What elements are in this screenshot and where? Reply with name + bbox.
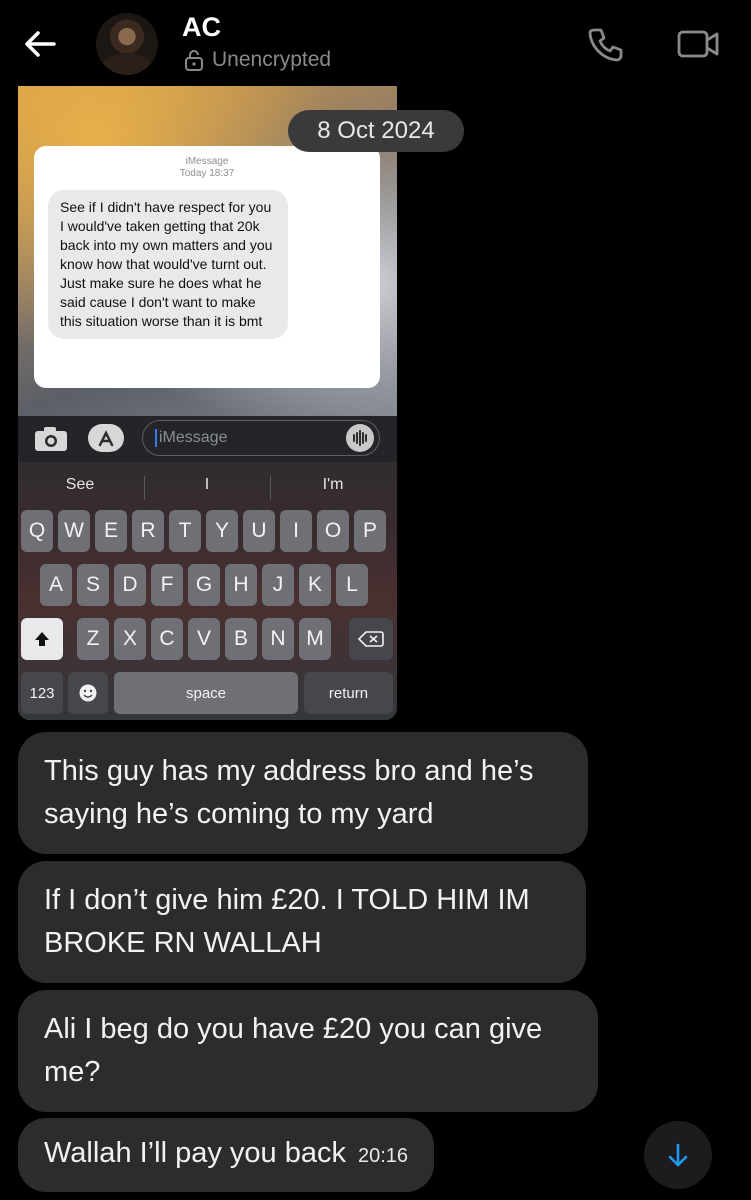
message-text: If I don’t give him £20. I TOLD HIM IM B… xyxy=(44,884,530,959)
message-text: This guy has my address bro and he’s say… xyxy=(44,755,534,830)
suggestion: I xyxy=(204,476,210,493)
video-camera-icon[interactable] xyxy=(676,26,720,62)
message-text: Wallah I’ll pay you back xyxy=(44,1137,346,1169)
phone-icon[interactable] xyxy=(585,24,625,64)
camera-icon xyxy=(35,427,67,451)
message-bubble[interactable]: Ali I beg do you have £20 you can give m… xyxy=(18,990,598,1112)
key: K xyxy=(299,564,331,606)
avatar[interactable] xyxy=(96,13,158,75)
suggestion: I'm xyxy=(322,476,344,493)
numbers-key: 123 xyxy=(21,672,63,714)
key: H xyxy=(225,564,257,606)
ios-keyboard: iMessage See I I'm Q W E R T Y U I O P A… xyxy=(18,416,397,720)
arrow-down-icon xyxy=(668,1143,688,1167)
message-bubble[interactable]: If I don’t give him £20. I TOLD HIM IM B… xyxy=(18,861,586,983)
emoji-icon xyxy=(68,672,108,714)
imessage-card: iMessage Today 18:37 See if I didn't hav… xyxy=(34,146,380,388)
key: B xyxy=(225,618,257,660)
encryption-label: Unencrypted xyxy=(212,48,332,71)
key: E xyxy=(95,510,127,552)
key: C xyxy=(151,618,183,660)
voice-waveform-icon xyxy=(346,424,374,452)
imessage-input-placeholder: iMessage xyxy=(159,429,228,447)
key: T xyxy=(169,510,201,552)
date-separator: 8 Oct 2024 xyxy=(288,110,464,152)
return-key: return xyxy=(304,672,393,714)
scroll-to-bottom-button[interactable] xyxy=(644,1121,712,1189)
key: G xyxy=(188,564,220,606)
key: A xyxy=(40,564,72,606)
message-text: Ali I beg do you have £20 you can give m… xyxy=(44,1013,543,1088)
key: F xyxy=(151,564,183,606)
key: O xyxy=(317,510,349,552)
key: S xyxy=(77,564,109,606)
message-input-row: iMessage xyxy=(18,416,397,462)
key: U xyxy=(243,510,275,552)
message-bubble[interactable]: Wallah I’ll pay you back 20:16 xyxy=(18,1118,435,1192)
key: L xyxy=(336,564,368,606)
imessage-timestamp: Today 18:37 xyxy=(179,168,235,179)
contact-name[interactable]: AC xyxy=(182,12,221,43)
back-arrow-icon[interactable] xyxy=(20,24,60,64)
lock-open-icon xyxy=(185,50,203,71)
imessage-input: iMessage xyxy=(142,420,380,456)
chat-header: AC Unencrypted xyxy=(0,0,751,90)
key: J xyxy=(262,564,294,606)
key: X xyxy=(114,618,146,660)
encryption-status: Unencrypted xyxy=(184,48,331,72)
key: N xyxy=(262,618,294,660)
imessage-bubble: See if I didn't have respect for you I w… xyxy=(48,190,288,339)
attached-screenshot-image[interactable]: iMessage Today 18:37 See if I didn't hav… xyxy=(18,86,397,720)
key: Y xyxy=(206,510,238,552)
key: M xyxy=(299,618,331,660)
shift-key-icon xyxy=(21,618,63,660)
predictive-text-bar: See I I'm xyxy=(18,470,397,506)
delete-key-icon xyxy=(349,618,393,660)
space-key: space xyxy=(114,672,298,714)
suggestion: See xyxy=(65,476,95,493)
message-bubble[interactable]: This guy has my address bro and he’s say… xyxy=(18,732,588,854)
key: V xyxy=(188,618,220,660)
key: W xyxy=(58,510,90,552)
message-timestamp: 20:16 xyxy=(357,1145,409,1167)
key: I xyxy=(280,510,312,552)
key: P xyxy=(354,510,386,552)
key: Q xyxy=(21,510,53,552)
imessage-service-label: iMessage xyxy=(185,156,229,167)
key: D xyxy=(114,564,146,606)
imessage-header: iMessage Today 18:37 xyxy=(34,156,380,180)
key: R xyxy=(132,510,164,552)
app-store-icon xyxy=(88,424,124,452)
key: Z xyxy=(77,618,109,660)
